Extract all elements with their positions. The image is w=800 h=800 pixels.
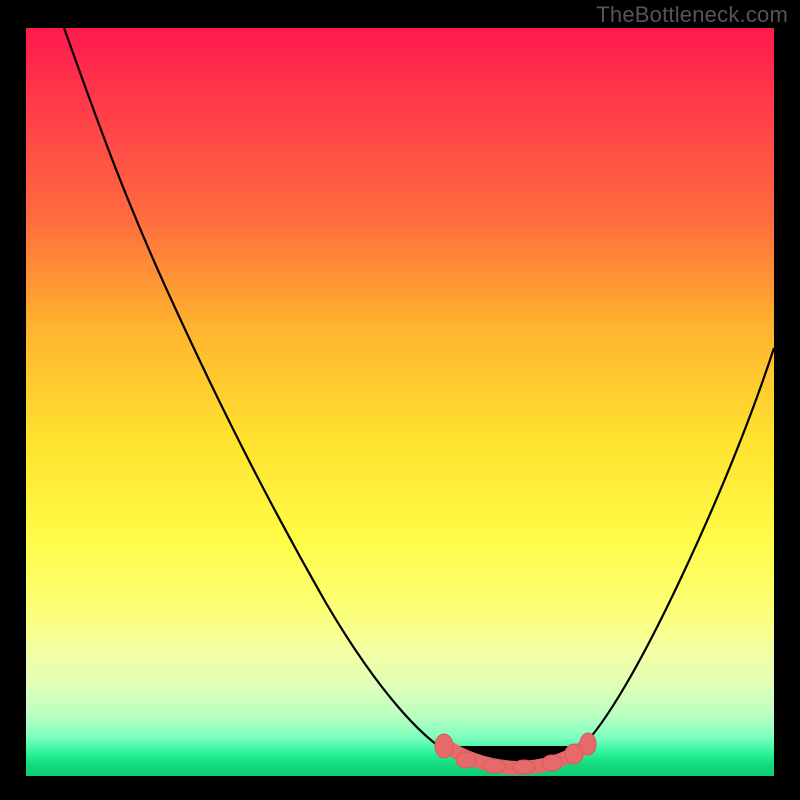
plot-area bbox=[26, 28, 774, 776]
right-curve bbox=[581, 348, 774, 748]
chart-container: TheBottleneck.com bbox=[0, 0, 800, 800]
marker-dot bbox=[435, 734, 453, 758]
watermark-text: TheBottleneck.com bbox=[596, 2, 788, 28]
marker-dot bbox=[483, 759, 505, 773]
left-curve bbox=[64, 28, 451, 754]
marker-dot bbox=[580, 733, 596, 755]
curve-layer bbox=[26, 28, 774, 776]
marker-dot bbox=[513, 760, 535, 774]
marker-dot bbox=[456, 752, 476, 768]
marker-dot bbox=[542, 755, 562, 771]
